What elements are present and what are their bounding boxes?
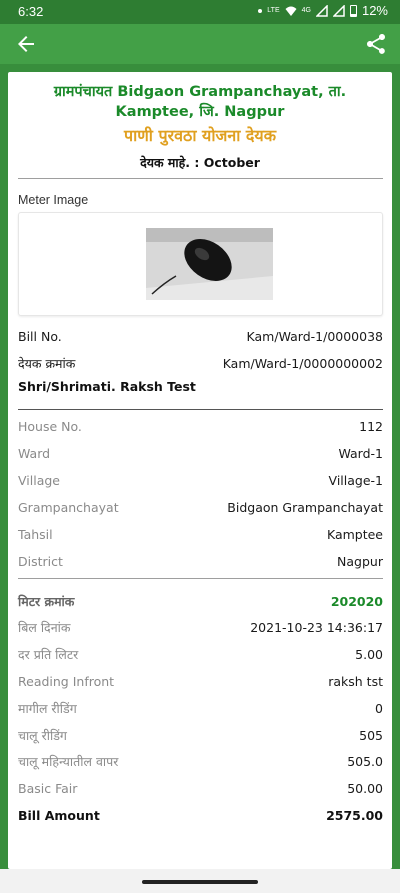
current-reading-label: चालू रीडिंग (18, 728, 67, 743)
rate-label: दर प्रति लिटर (18, 647, 79, 662)
bill-no-value: Kam/Ward-1/0000038 (246, 329, 383, 344)
signal-icon (315, 4, 328, 17)
district-row: District Nagpur (18, 552, 383, 572)
customer-name: Shri/Shrimati. Raksh Test (18, 379, 196, 394)
divider (18, 178, 383, 179)
basic-fair-value: 50.00 (347, 781, 383, 796)
meter-no-row: मिटर क्रमांक 202020 (18, 592, 383, 612)
battery-icon (349, 4, 357, 17)
rate-row: दर प्रति लिटर 5.00 (18, 645, 383, 665)
deyak-kramank-value: Kam/Ward-1/0000000002 (222, 356, 383, 371)
scheme-title: पाणी पुरवठा योजना देयक (123, 126, 276, 145)
reading-infront-label: Reading Infront (18, 674, 115, 689)
monthly-usage-label: चालू महिन्यातील वापर (18, 754, 119, 769)
reading-infront-row: Reading Infront raksh tst (18, 672, 383, 692)
reading-infront-value: raksh tst (328, 674, 383, 689)
bill-date-row: बिल दिनांक 2021-10-23 14:36:17 (18, 618, 383, 638)
district-label: District (18, 554, 63, 569)
meter-no-label: मिटर क्रमांक (18, 594, 75, 609)
ward-row: Ward Ward-1 (18, 444, 383, 464)
bill-card: ग्रामपंचायत Bidgaon Grampanchayat, ता. K… (8, 72, 392, 869)
grampanchayat-label: Grampanchayat (18, 500, 119, 515)
lte-icon: LTE (267, 7, 280, 14)
grampanchayat-header-line2: Kamptee, जि. Nagpur (115, 104, 285, 120)
status-time: 6:32 (18, 4, 44, 19)
divider (18, 409, 383, 410)
basic-fair-row: Basic Fair 50.00 (18, 779, 383, 799)
rate-value: 5.00 (355, 647, 383, 662)
bill-amount-row: Bill Amount 2575.00 (18, 806, 383, 826)
share-icon[interactable] (364, 32, 388, 56)
bill-date-label: बिल दिनांक (18, 620, 71, 635)
village-row: Village Village-1 (18, 471, 383, 491)
house-no-row: House No. 112 (18, 417, 383, 437)
home-gesture-handle[interactable] (142, 880, 258, 884)
grampanchayat-value: Bidgaon Grampanchayat (227, 500, 383, 515)
bill-month: देयक माहे. : October (140, 155, 260, 170)
meter-no-value: 202020 (330, 594, 383, 609)
house-no-label: House No. (18, 419, 82, 434)
app-bar (0, 24, 400, 64)
grampanchayat-row: Grampanchayat Bidgaon Grampanchayat (18, 498, 383, 518)
district-value: Nagpur (337, 554, 383, 569)
grampanchayat-header-line1: ग्रामपंचायत Bidgaon Grampanchayat, ता. (53, 84, 347, 100)
ward-value: Ward-1 (338, 446, 383, 461)
network-type-label: 4G (301, 7, 311, 14)
back-arrow-icon[interactable] (14, 32, 38, 56)
bill-amount-value: 2575.00 (326, 808, 383, 823)
system-navigation-bar (0, 869, 400, 893)
deyak-kramank-row: देयक क्रमांक Kam/Ward-1/0000000002 (18, 354, 383, 374)
monthly-usage-value: 505.0 (347, 754, 383, 769)
wifi-icon (285, 6, 297, 16)
meter-image[interactable] (146, 228, 273, 300)
village-label: Village (18, 473, 60, 488)
bill-no-label: Bill No. (18, 329, 62, 344)
notification-dot-icon (258, 8, 263, 13)
monthly-usage-row: चालू महिन्यातील वापर 505.0 (18, 752, 383, 772)
battery-percent: 12% (361, 3, 388, 18)
previous-reading-value: 0 (375, 701, 383, 716)
current-reading-row: चालू रीडिंग 505 (18, 726, 383, 746)
village-value: Village-1 (328, 473, 383, 488)
tahsil-value: Kamptee (326, 527, 383, 542)
deyak-kramank-label: देयक क्रमांक (18, 356, 76, 371)
meter-image-label: Meter Image (18, 193, 89, 207)
previous-reading-label: मागील रीडिंग (18, 701, 77, 716)
bill-date-value: 2021-10-23 14:36:17 (250, 620, 383, 635)
previous-reading-row: मागील रीडिंग 0 (18, 699, 383, 719)
status-bar: 6:32 LTE 4G 12% (0, 0, 400, 24)
house-no-value: 112 (359, 419, 383, 434)
bill-no-row: Bill No. Kam/Ward-1/0000038 (18, 327, 383, 347)
meter-image-card[interactable] (18, 212, 383, 316)
current-reading-value: 505 (359, 728, 383, 743)
tahsil-row: Tahsil Kamptee (18, 525, 383, 545)
ward-label: Ward (18, 446, 51, 461)
basic-fair-label: Basic Fair (18, 781, 78, 796)
bill-amount-label: Bill Amount (18, 808, 100, 823)
tahsil-label: Tahsil (18, 527, 53, 542)
signal-2-icon (332, 4, 345, 17)
divider (18, 578, 383, 579)
